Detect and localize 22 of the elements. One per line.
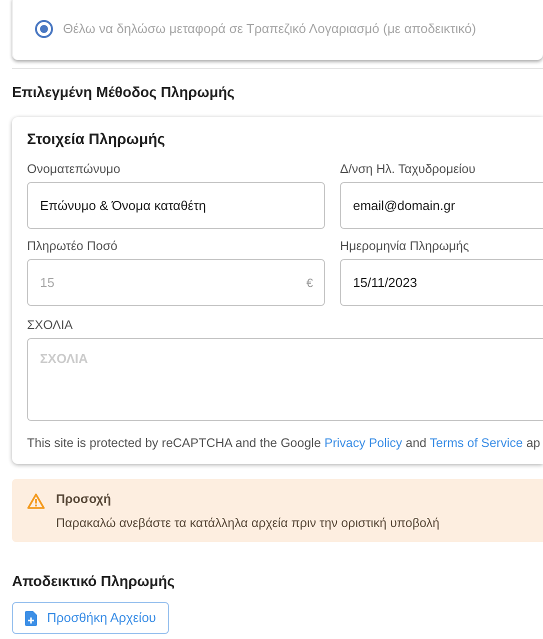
input-field[interactable]: email@domain.gr bbox=[340, 182, 543, 229]
field-label: Πληρωτέο Ποσό bbox=[27, 238, 119, 255]
policy-link[interactable]: Privacy Policy bbox=[324, 436, 402, 450]
currency-sign: € bbox=[306, 274, 313, 292]
section-title: Αποδεικτικό Πληρωμής bbox=[12, 573, 176, 592]
recaptcha-notice: This site is protected by reCAPTCHA and the Google Privacy Policy and Terms of Service ap bbox=[27, 434, 542, 452]
radio-label: Θέλω να δηλώσω μεταφορά σε Τραπεζικό Λογαριασμό (με αποδεικτικό) bbox=[63, 20, 476, 38]
alert-title: Προσοχή bbox=[56, 491, 112, 508]
policy-link[interactable]: Terms of Service bbox=[430, 436, 523, 450]
alert-message: Παρακαλώ ανεβάστε τα κατάλληλα αρχεία πριν την οριστική υποβολή bbox=[56, 515, 440, 532]
section-title: Επιλεγμένη Μέθοδος Πληρωμής bbox=[12, 84, 236, 103]
field-label: ΣΧΟΛΙΑ bbox=[27, 316, 74, 334]
field-label: Ονοματεπώνυμο bbox=[27, 161, 122, 178]
card-title: Στοιχεία Πληρωμής bbox=[27, 130, 166, 150]
input-field[interactable]: Επώνυμο & Όνομα καταθέτη bbox=[27, 182, 325, 229]
file-add-icon bbox=[25, 610, 37, 626]
warning-icon bbox=[27, 493, 45, 510]
add-file-button[interactable]: Προσθήκη Αρχείου bbox=[12, 602, 170, 634]
radio-button[interactable] bbox=[35, 20, 53, 38]
field-label: Δ/νση Ηλ. Ταχυδρομείου bbox=[340, 161, 476, 178]
field-label: Ημερομηνία Πληρωμής bbox=[340, 238, 470, 255]
input-field[interactable]: 15/11/2023 bbox=[340, 258, 543, 306]
